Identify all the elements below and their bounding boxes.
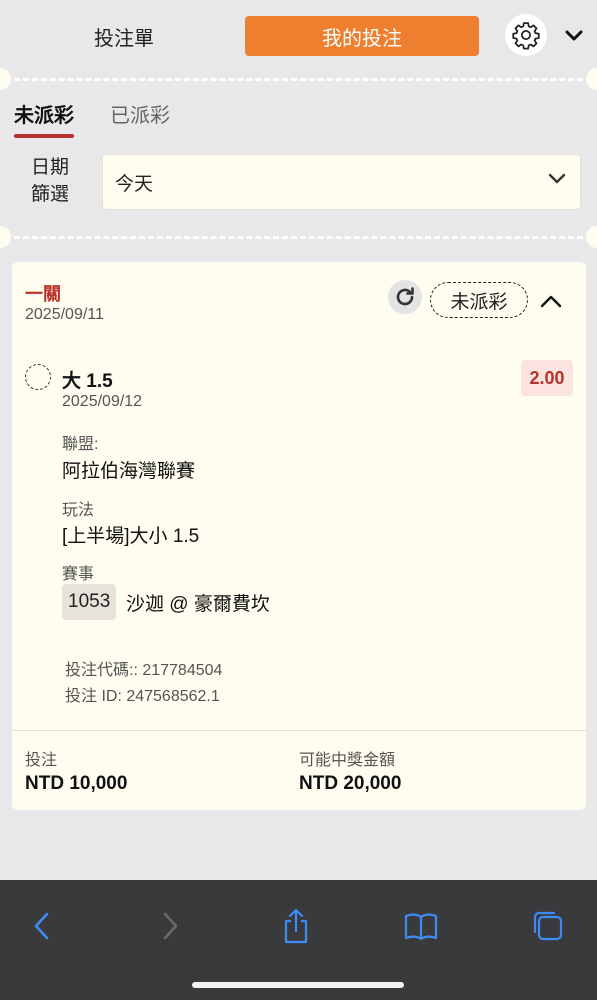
- home-indicator: [192, 982, 404, 988]
- tab-betslip[interactable]: 投注單: [30, 16, 218, 56]
- chevron-down-icon: [548, 173, 566, 184]
- payout-value: NTD 20,000: [299, 773, 402, 794]
- date-filter-value: 今天: [115, 173, 154, 195]
- event-label: 賽事: [62, 566, 95, 583]
- selection-date: 2025/09/12: [62, 393, 143, 410]
- refresh-icon: [396, 287, 414, 306]
- back-icon: [34, 912, 49, 940]
- market-value: [上半場]大小 1.5: [62, 526, 200, 547]
- date-filter-label: 日期 篩選: [20, 154, 80, 208]
- header-expand-button[interactable]: [562, 24, 586, 48]
- share-icon: [284, 908, 308, 944]
- date-filter-label-line1: 日期: [30, 157, 69, 178]
- top-header: 投注單 我的投注: [0, 0, 597, 72]
- dashed-divider: [0, 226, 597, 248]
- event-id-badge: 1053: [62, 584, 117, 620]
- forward-icon: [163, 912, 178, 940]
- odds-badge: 2.00: [521, 360, 573, 396]
- settlement-tabs: 未派彩 已派彩: [14, 100, 314, 140]
- bet-type: 一關: [25, 284, 61, 304]
- share-button[interactable]: [274, 904, 318, 948]
- bet-code: 投注代碼:: 217784504: [65, 662, 223, 679]
- collapse-button[interactable]: [534, 284, 568, 318]
- dashed-divider: [0, 68, 597, 90]
- forward-button[interactable]: [148, 904, 192, 948]
- tab-unsettled[interactable]: 未派彩: [14, 100, 74, 140]
- date-filter-select[interactable]: 今天: [102, 154, 581, 210]
- stake-value: NTD 10,000: [25, 773, 128, 794]
- bet-placed-date: 2025/09/11: [25, 306, 104, 323]
- bookmarks-icon: [404, 913, 438, 941]
- bet-card: 一關 2025/09/11 未派彩 大 1.5 2025/09/12 2.00 …: [12, 262, 586, 810]
- payout-label: 可能中獎金額: [299, 752, 396, 769]
- market-label: 玩法: [62, 502, 95, 519]
- settings-button[interactable]: [505, 14, 547, 56]
- refresh-button[interactable]: [388, 280, 422, 314]
- status-badge: 未派彩: [430, 282, 528, 318]
- back-button[interactable]: [20, 904, 64, 948]
- event-name: 沙迦 @ 豪爾費坎: [126, 594, 270, 615]
- tab-my-bets[interactable]: 我的投注: [245, 16, 479, 56]
- tabs-button[interactable]: [526, 904, 570, 948]
- tabs-icon: [533, 911, 563, 941]
- bookmarks-button[interactable]: [399, 904, 443, 948]
- league-value: 阿拉伯海灣聯賽: [62, 461, 196, 482]
- date-filter-label-line2: 篩選: [30, 184, 69, 205]
- selection-name: 大 1.5: [62, 371, 113, 392]
- chevron-down-icon: [565, 30, 583, 41]
- gear-icon: [512, 22, 540, 50]
- league-label: 聯盟:: [62, 436, 99, 453]
- bet-id: 投注 ID: 247568562.1: [65, 688, 220, 705]
- tab-settled[interactable]: 已派彩: [110, 100, 170, 140]
- card-divider: [12, 730, 586, 731]
- selection-status-icon: [25, 364, 51, 390]
- stake-label: 投注: [25, 752, 58, 769]
- chevron-up-icon: [540, 295, 562, 308]
